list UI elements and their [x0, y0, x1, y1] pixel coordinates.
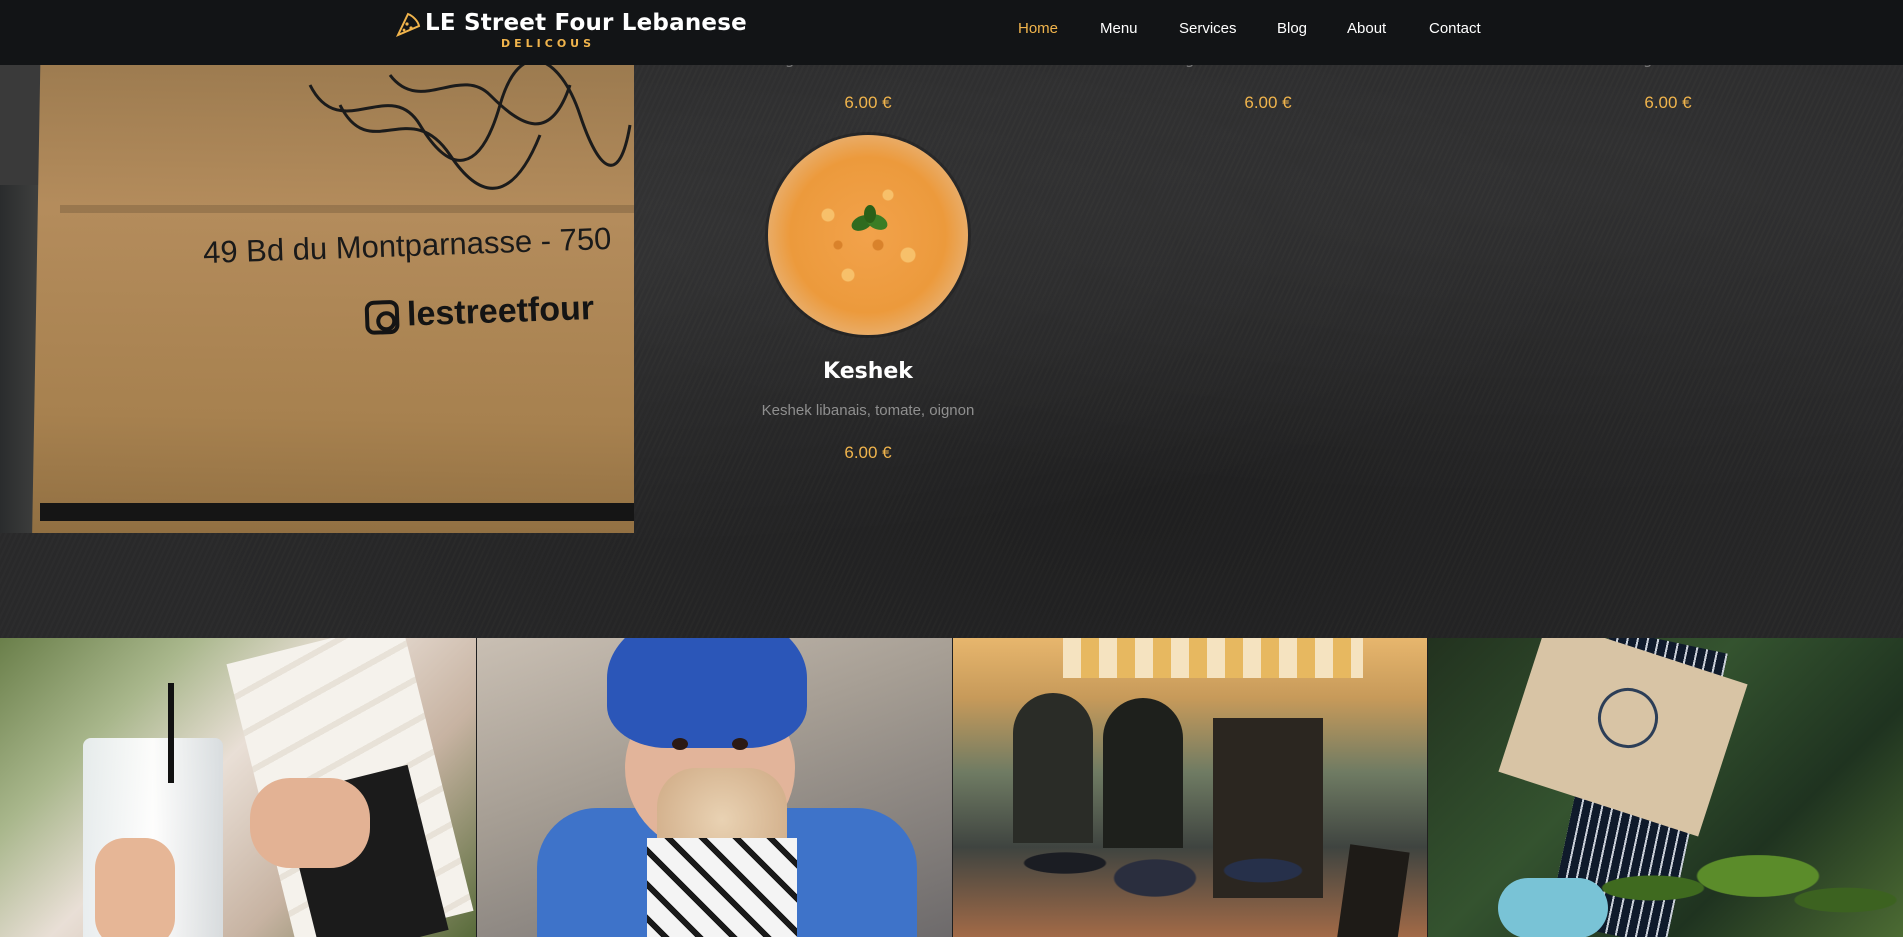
gallery-photo-storefront[interactable]	[953, 638, 1427, 937]
gallery-photo-child-eating[interactable]	[477, 638, 952, 937]
bag-photo: 49 Bd du Montparnasse - 750 lestreetfour	[0, 65, 634, 533]
bag-shadow	[40, 503, 634, 521]
photo-gallery	[0, 638, 1903, 937]
pizza-slice-icon	[395, 12, 421, 37]
menu-item-price: 6.00 €	[1244, 93, 1292, 112]
menu-item-price: 6.00 €	[844, 93, 892, 112]
seated-customers	[993, 788, 1353, 937]
dish-description: Keshek libanais, tomate, oignon	[761, 402, 975, 419]
instagram-handle: lestreetfour	[406, 289, 595, 334]
instagram-icon	[364, 299, 400, 336]
gallery-photo-drink-wrap[interactable]	[0, 638, 476, 937]
nav-blog[interactable]: Blog	[1277, 20, 1307, 37]
nav-home[interactable]: Home	[1018, 20, 1058, 37]
eye	[732, 738, 748, 750]
gallery-photo-bag-walk[interactable]	[1428, 638, 1903, 937]
wrap-paper	[647, 838, 797, 937]
logo-title: LE Street Four Lebanese	[425, 10, 747, 36]
bag-instagram-text: lestreetfour	[364, 289, 595, 336]
store-awning	[1063, 638, 1363, 678]
blue-hat	[607, 638, 807, 748]
bag-fold	[60, 205, 634, 213]
nav-contact[interactable]: Contact	[1429, 20, 1481, 37]
site-logo[interactable]: LE Street Four Lebanese DELICOUS	[395, 10, 747, 54]
logo-subtitle: DELICOUS	[501, 37, 596, 50]
chalk-sign	[1336, 844, 1410, 937]
dish-image-keshek[interactable]	[768, 135, 968, 335]
dish-name: Keshek	[823, 359, 913, 384]
basil-leaf-icon	[851, 205, 888, 231]
menu-item-price: 6.00 €	[1644, 93, 1692, 112]
nav-about[interactable]: About	[1347, 20, 1386, 37]
plant-leaves	[1548, 828, 1898, 937]
hand	[95, 838, 175, 937]
dish-price: 6.00 €	[844, 443, 892, 462]
hand	[250, 778, 370, 868]
nav-services[interactable]: Services	[1179, 20, 1237, 37]
eye	[672, 738, 688, 750]
straw	[168, 683, 174, 783]
nav-menu[interactable]: Menu	[1100, 20, 1138, 37]
site-header: LE Street Four Lebanese DELICOUS Home Me…	[0, 0, 1903, 65]
bag-logo-squiggle	[308, 65, 632, 190]
